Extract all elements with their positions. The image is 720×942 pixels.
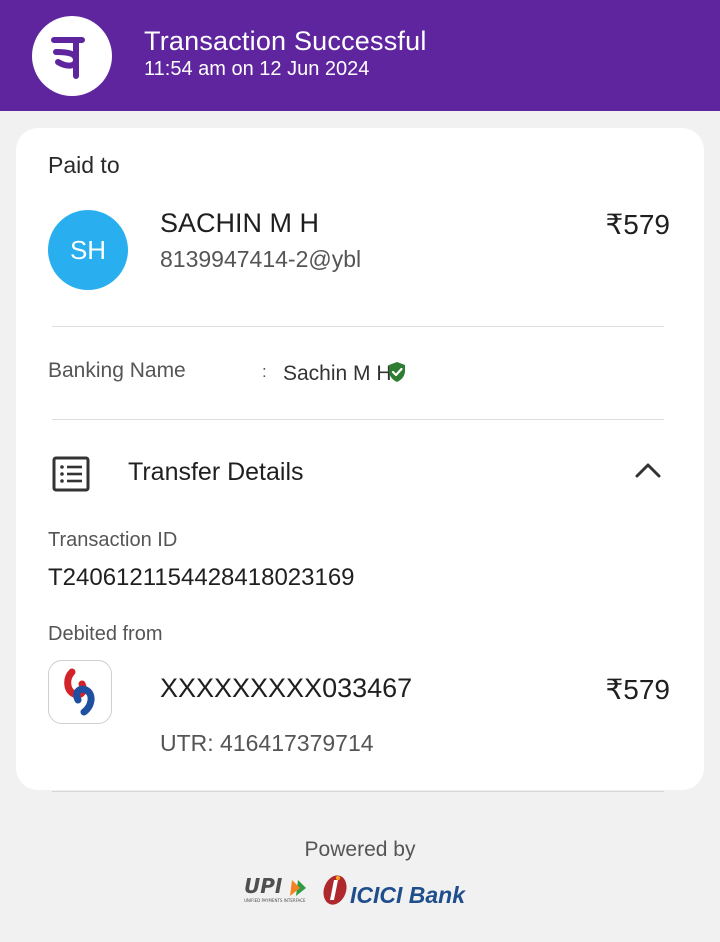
transaction-id-value[interactable]: T2406121154428418023169	[48, 564, 355, 592]
page-title: Transaction Successful	[144, 26, 427, 56]
paid-amount: ₹579	[605, 209, 670, 240]
svg-text:ICICI Bank: ICICI Bank	[350, 882, 466, 908]
transaction-card: Paid to SH SACHIN M H 8139947414-2@ybl ₹…	[16, 128, 704, 790]
document-list-icon	[52, 456, 90, 492]
transfer-details-title[interactable]: Transfer Details	[128, 458, 304, 487]
payee-avatar: SH	[48, 210, 128, 290]
svg-text:UPI: UPI	[244, 874, 283, 898]
shield-check-icon	[389, 362, 405, 382]
banking-name-value: Sachin M H	[283, 362, 392, 385]
phonepe-logo-icon	[32, 16, 112, 96]
canara-bank-logo-icon	[48, 660, 112, 724]
banking-name-label: Banking Name	[48, 359, 186, 382]
powered-by-label: Powered by	[304, 838, 416, 861]
paid-to-label: Paid to	[48, 152, 120, 178]
transaction-id-label: Transaction ID	[48, 529, 178, 551]
payee-name: SACHIN M H	[160, 208, 320, 238]
debited-from-label: Debited from	[48, 623, 163, 645]
divider	[52, 791, 664, 792]
icici-bank-logo-icon: ICICI Bank	[323, 875, 466, 908]
banking-name-separator: :	[262, 362, 267, 381]
utr-number[interactable]: UTR: 416417379714	[160, 730, 374, 757]
chevron-up-icon[interactable]	[632, 460, 664, 480]
debited-amount: ₹579	[605, 674, 670, 705]
divider	[52, 419, 664, 420]
debited-account-number: XXXXXXXXX033467	[160, 673, 413, 703]
transaction-timestamp: 11:54 am on 12 Jun 2024	[144, 58, 370, 80]
upi-logo-icon: UPI UNIFIED PAYMENTS INTERFACE	[244, 874, 306, 903]
payee-upi-id[interactable]: 8139947414-2@ybl	[160, 246, 361, 273]
divider	[52, 326, 664, 327]
status-header: Transaction Successful 11:54 am on 12 Ju…	[0, 0, 720, 111]
svg-text:UNIFIED PAYMENTS INTERFACE: UNIFIED PAYMENTS INTERFACE	[244, 898, 306, 903]
